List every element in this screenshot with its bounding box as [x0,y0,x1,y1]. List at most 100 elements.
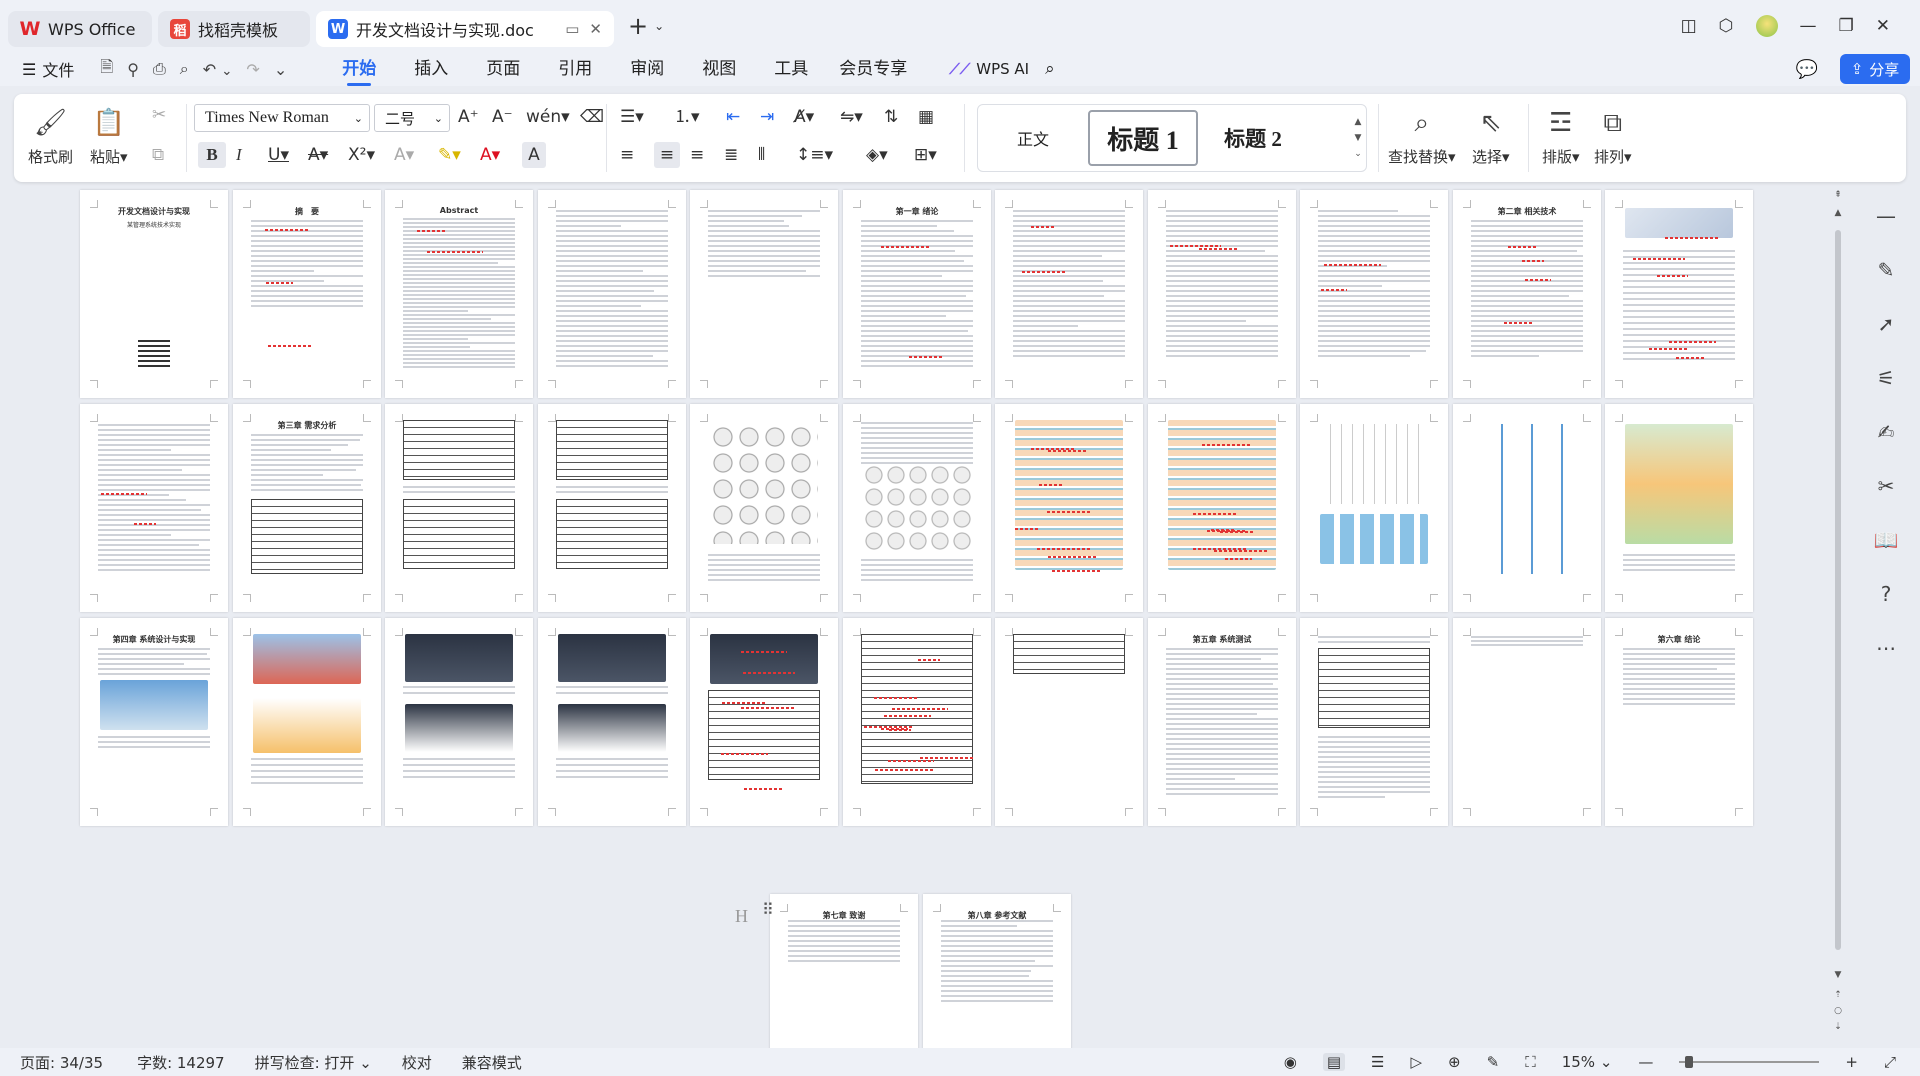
vertical-scrollbar[interactable]: ⇞ ▲ ▼ ⇡ ○ ⇣ [1832,190,1844,1046]
menu-references[interactable]: 引用 [539,52,611,86]
edit-doc-icon[interactable]: ✍ [1878,420,1895,444]
select-browse-icon[interactable]: ○ [1832,1006,1844,1016]
page-thumbnail[interactable] [843,618,991,826]
phonetic-icon[interactable]: wén▾ [526,104,570,130]
font-color-button[interactable]: A▾ [480,142,500,168]
menu-home[interactable]: 开始 [323,52,395,86]
align-center-icon[interactable]: ≡ [654,142,680,168]
clear-format-icon[interactable]: ⌫ [580,104,604,130]
comment-icon[interactable]: 💬 [1796,59,1818,80]
page-thumbnail[interactable] [995,404,1143,612]
char-shading-button[interactable]: A [522,142,546,168]
close-window-icon[interactable]: ✕ [1876,16,1890,36]
tools-icon[interactable]: ✂ [1878,474,1895,498]
select-button[interactable]: ⇖ 选择▾ [1472,104,1510,167]
scroll-up-icon[interactable]: ▲ [1832,208,1844,218]
layout-button[interactable]: ☲ 排版▾ [1542,104,1580,167]
style-normal[interactable]: 正文 [978,110,1088,166]
fit-page-icon[interactable]: ⛶ [1525,1053,1536,1071]
style-heading-1[interactable]: 标题 1 [1088,110,1198,166]
zoom-slider[interactable] [1679,1061,1819,1063]
page-thumbnail[interactable]: 第一章 绪论 [843,190,991,398]
page-thumbnail[interactable] [1300,618,1448,826]
fullscreen-icon[interactable]: ⤢ [1884,1053,1896,1071]
pen-icon[interactable]: ✎ [1878,258,1895,282]
increase-font-icon[interactable]: A⁺ [458,104,479,130]
print-icon[interactable]: ⎙ [153,59,166,79]
close-tab-icon[interactable]: ✕ [589,20,602,38]
page-thumbnail[interactable]: 第三章 需求分析 [233,404,381,612]
page-thumbnail[interactable] [1148,190,1296,398]
next-page-icon[interactable]: ⇣ [1832,1022,1844,1032]
chevron-up-icon[interactable]: ▲ [1355,117,1362,127]
underline-button[interactable]: U▾ [268,142,289,168]
pen-mode-icon[interactable]: ✎ [1487,1053,1500,1071]
paste-button[interactable]: 📋 粘贴▾ [90,104,128,167]
cube-icon[interactable]: ⬡ [1719,16,1734,36]
more-icon[interactable]: ⋯ [1876,636,1896,660]
page-thumbnail[interactable] [385,618,533,826]
pointer-icon[interactable]: ➚ [1878,312,1895,336]
zoom-level[interactable]: 15% ⌄ [1562,1053,1613,1071]
tab-wps-office[interactable]: W WPS Office [8,11,152,47]
page-view-icon[interactable]: ▤ [1323,1053,1345,1071]
style-heading-2[interactable]: 标题 2 [1198,110,1308,166]
prev-page-icon[interactable]: ⇡ [1832,990,1844,1000]
bullet-list-icon[interactable]: ☰▾ [620,104,644,130]
chevron-down-icon[interactable]: ▼ [1355,133,1362,143]
page-thumbnail[interactable] [1300,190,1448,398]
distribute-icon[interactable]: ⫴ [758,142,765,168]
save-icon[interactable]: 🗎 [100,56,113,83]
line-spacing-icon[interactable]: ↕≡▾ [796,142,833,168]
page-indicator[interactable]: 页面: 34/35 [20,1052,103,1073]
sort-icon[interactable]: ⇋▾ [840,104,863,130]
share-button[interactable]: ⇪ 分享 [1840,54,1910,84]
spell-check[interactable]: 拼写检查: 打开 ⌄ [255,1052,372,1073]
page-thumbnail[interactable] [690,190,838,398]
adjust-icon[interactable]: ⚟ [1877,366,1895,390]
zoom-slider-knob[interactable] [1685,1056,1693,1068]
tab-template[interactable]: 稻 找稻壳模板 [158,11,310,47]
outline-view-icon[interactable]: ☰ [1371,1053,1384,1071]
help-icon[interactable]: ? [1881,582,1892,606]
decrease-indent-icon[interactable]: ⇤ [726,104,740,130]
tab-window-icon[interactable]: ▭ [565,20,579,38]
table-border-icon[interactable]: ▦ [918,104,934,130]
link-icon[interactable]: ⚲ [127,60,139,79]
restore-icon[interactable]: ❐ [1839,16,1854,36]
page-thumbnail[interactable] [690,618,838,826]
search-icon[interactable]: ⌕ [1045,59,1055,79]
scroll-top-icon[interactable]: ⇞ [1832,190,1844,200]
page-thumbnail[interactable]: 开发文档设计与实现 某管理系统技术实现 [80,190,228,398]
more-chevron-icon[interactable]: ⌄ [274,60,287,79]
page-thumbnail[interactable] [995,190,1143,398]
menu-page[interactable]: 页面 [467,52,539,86]
menu-tools[interactable]: 工具 [755,52,827,86]
page-thumbnail[interactable] [1605,404,1753,612]
zoom-in-icon[interactable]: + [1845,1053,1858,1071]
align-right-icon[interactable]: ≡ [690,142,704,168]
justify-icon[interactable]: ≣ [724,142,738,168]
arrange-button[interactable]: ⧉ 排列▾ [1594,104,1632,167]
page-thumbnail[interactable]: 第五章 系统测试 [1148,618,1296,826]
page-thumbnail[interactable]: 第四章 系统设计与实现 [80,618,228,826]
text-direction-icon[interactable]: A̸▾ [794,104,814,130]
highlight-button[interactable]: ✎▾ [438,142,461,168]
superscript-button[interactable]: X²▾ [348,142,375,168]
align-left-icon[interactable]: ≡ [620,142,634,168]
page-thumbnail[interactable]: Abstract [385,190,533,398]
menu-view[interactable]: 视图 [683,52,755,86]
cut-icon[interactable]: ✂ [152,102,166,128]
minimize-icon[interactable]: — [1800,16,1817,36]
drag-handle-icon[interactable]: ⠿ [762,900,772,919]
undo-icon[interactable]: ↶ ⌄ [203,60,233,79]
strikethrough-button[interactable]: A▾ [308,142,328,168]
print-preview-icon[interactable]: ⌕ [180,59,189,79]
borders-icon[interactable]: ⊞▾ [914,142,937,168]
wps-ai-button[interactable]: ⟋⟋ WPS AI ⌕ [949,59,1054,79]
page-thumbnail[interactable] [995,618,1143,826]
font-size-select[interactable]: 二号 ⌄ [374,104,450,132]
line-sort-icon[interactable]: ⇅ [884,104,898,130]
page-thumbnail[interactable] [1453,618,1601,826]
shading-icon[interactable]: ◈▾ [866,142,888,168]
